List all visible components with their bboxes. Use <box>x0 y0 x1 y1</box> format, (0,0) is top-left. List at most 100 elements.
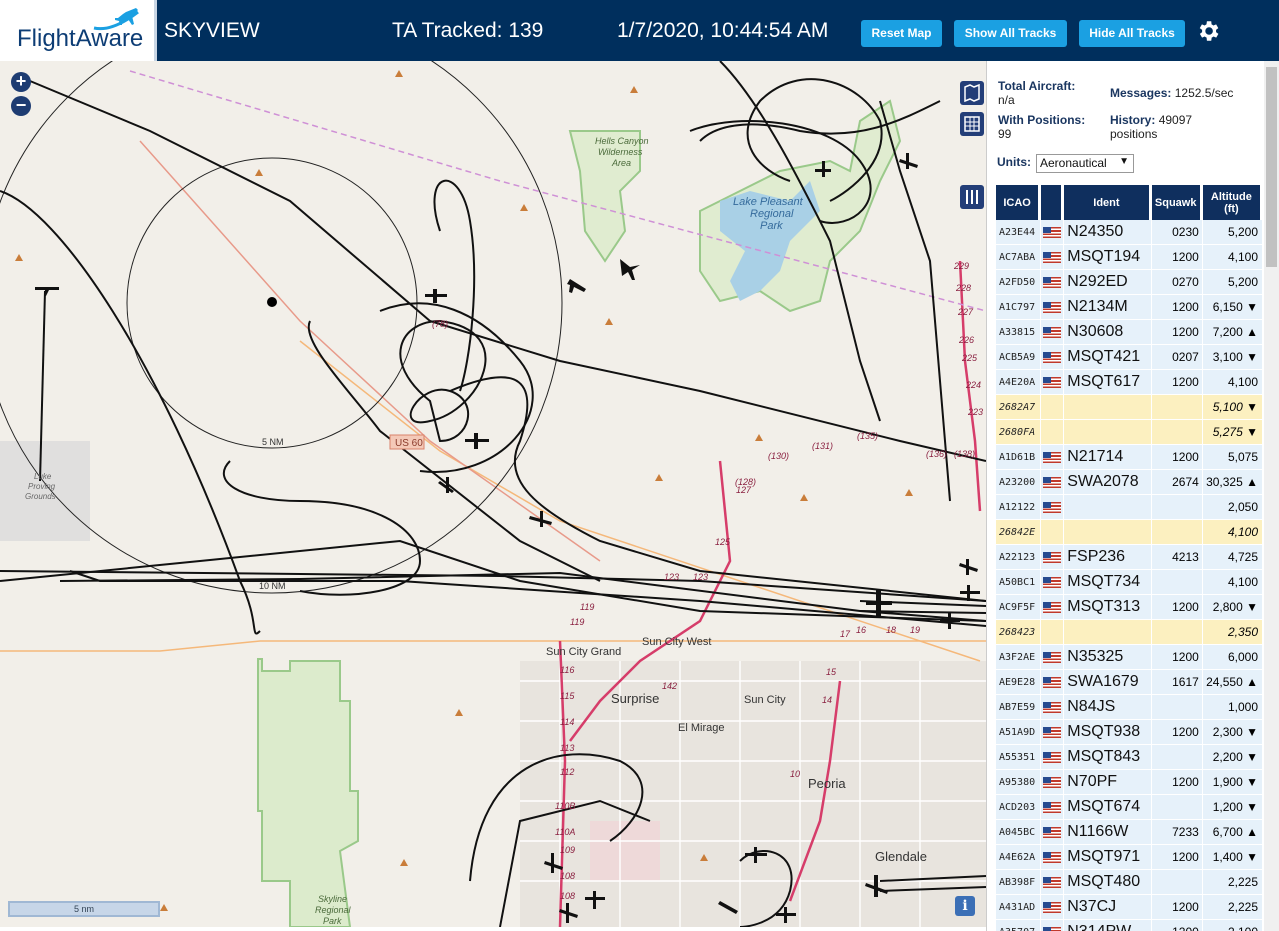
history-label: History: <box>1110 113 1156 127</box>
flag-icon <box>1043 302 1062 314</box>
us-flag-icon <box>1041 920 1064 931</box>
us-flag-icon <box>1041 695 1064 720</box>
table-row[interactable]: A431AD N37CJ 1200 2,225 <box>996 895 1262 920</box>
row-squawk: 1200 <box>1151 370 1202 395</box>
table-row[interactable]: A1C797 N2134M 1200 6,150 ▼ <box>996 295 1262 320</box>
road-label: 18 <box>886 625 896 635</box>
us-flag-icon <box>1041 345 1064 370</box>
zoom-in-button[interactable]: + <box>11 72 31 92</box>
info-icon[interactable]: i <box>955 896 975 916</box>
column-header-squawk[interactable]: Squawk <box>1151 185 1202 220</box>
row-altitude: 5,275 ▼ <box>1202 420 1262 445</box>
railroad <box>139 140 601 562</box>
row-ident: FSP236 <box>1064 545 1151 570</box>
show-all-tracks-button[interactable]: Show All Tracks <box>954 20 1067 47</box>
map-view[interactable]: 5 NM 10 NM Hells Canyon Wilderness Area … <box>0 61 986 927</box>
row-icao: A33815 <box>996 320 1041 345</box>
history-stat: History: 49097 positions <box>1110 113 1220 141</box>
reset-map-button[interactable]: Reset Map <box>861 20 942 47</box>
table-row[interactable]: A12122 2,050 <box>996 495 1262 520</box>
road-label: (138) <box>954 449 975 459</box>
place-label: El Mirage <box>678 722 724 734</box>
us-flag-icon <box>1041 770 1064 795</box>
table-row[interactable]: A045BC N1166W 7233 6,700 ▲ <box>996 820 1262 845</box>
aircraft-icon[interactable] <box>959 559 978 575</box>
table-row[interactable]: 2682A7 5,100 ▼ <box>996 395 1262 420</box>
table-row[interactable]: A35707 N314PW12002,100 <box>996 920 1262 931</box>
row-squawk: 0230 <box>1151 220 1202 245</box>
aircraft-icon[interactable] <box>940 613 960 629</box>
road-label: 228 <box>955 283 971 293</box>
table-row[interactable]: A50BC1 MSQT734 4,100 <box>996 570 1262 595</box>
row-ident: N21714 <box>1064 445 1151 470</box>
table-row[interactable]: A51A9D MSQT938 1200 2,300 ▼ <box>996 720 1262 745</box>
row-ident <box>1064 520 1151 545</box>
panel-scrollbar[interactable] <box>1264 61 1279 931</box>
table-row[interactable]: AB398F MSQT480 2,225 <box>996 870 1262 895</box>
row-altitude: 2,100 <box>1202 920 1262 931</box>
aircraft-icon[interactable] <box>567 279 586 293</box>
table-row[interactable]: A2FD50 N292ED 0270 5,200 <box>996 270 1262 295</box>
table-row[interactable]: 26842E 4,100 <box>996 520 1262 545</box>
zoom-out-button[interactable]: − <box>11 96 31 116</box>
row-icao: A12122 <box>996 495 1041 520</box>
aircraft-icon[interactable] <box>899 153 918 169</box>
units-dropdown[interactable]: Aeronautical ▼ <box>1036 154 1134 173</box>
table-row[interactable]: A33815 N30608 1200 7,200 ▲ <box>996 320 1262 345</box>
map-layers-icon[interactable] <box>960 81 984 105</box>
gear-icon[interactable] <box>1195 18 1221 44</box>
columns-toggle-icon[interactable] <box>960 185 984 209</box>
row-icao: AC7ABA <box>996 245 1041 270</box>
table-row[interactable]: A23E44 N24350 0230 5,200 <box>996 220 1262 245</box>
row-altitude: 24,550 ▲ <box>1202 670 1262 695</box>
hide-all-tracks-button[interactable]: Hide All Tracks <box>1079 20 1185 47</box>
table-row[interactable]: A23200 SWA2078 2674 30,325 ▲ <box>996 470 1262 495</box>
us-flag-icon <box>1041 245 1064 270</box>
row-altitude: 4,100 <box>1202 570 1262 595</box>
table-row[interactable]: A3F2AE N35325 1200 6,000 <box>996 645 1262 670</box>
row-altitude: 2,225 <box>1202 895 1262 920</box>
column-header-ident[interactable]: Ident <box>1064 185 1151 220</box>
flag-icon <box>1043 852 1062 864</box>
table-row[interactable]: 2680FA 5,275 ▼ <box>996 420 1262 445</box>
row-ident: N314PW <box>1064 920 1151 931</box>
place-label: Sun City West <box>642 636 712 648</box>
table-row[interactable]: A1D61B N21714 1200 5,075 <box>996 445 1262 470</box>
table-row[interactable]: AE9E28 SWA1679 1617 24,550 ▲ <box>996 670 1262 695</box>
table-row[interactable]: 268423 2,350 <box>996 620 1262 645</box>
road-label: 142 <box>662 681 677 691</box>
us-flag-icon <box>1041 820 1064 845</box>
grid-overlay-icon[interactable] <box>960 112 984 136</box>
road-label: 19 <box>910 625 920 635</box>
road-label: 110B <box>555 801 575 811</box>
table-row[interactable]: A22123 FSP236 4213 4,725 <box>996 545 1262 570</box>
place-label: Lake Pleasant <box>733 196 804 208</box>
flightaware-logo[interactable]: FlightAware <box>0 0 157 61</box>
table-row[interactable]: AB7E59 N84JS 1,000 <box>996 695 1262 720</box>
aircraft-icon[interactable] <box>35 287 59 296</box>
row-icao: A95380 <box>996 770 1041 795</box>
map-canvas[interactable]: 5 NM 10 NM Hells Canyon Wilderness Area … <box>0 61 986 927</box>
scrollbar-thumb[interactable] <box>1266 67 1277 267</box>
aircraft-icon[interactable] <box>465 433 489 449</box>
scale-bar: 5 nm <box>8 901 160 917</box>
place-label: Regional <box>750 208 794 220</box>
table-row[interactable]: A95380 N70PF 1200 1,900 ▼ <box>996 770 1262 795</box>
row-altitude: 4,100 <box>1202 370 1262 395</box>
table-row[interactable]: A55351 MSQT843 2,200 ▼ <box>996 745 1262 770</box>
aircraft-icon[interactable] <box>425 289 447 303</box>
column-header-altitude[interactable]: Altitude (ft) <box>1202 185 1262 220</box>
table-row[interactable]: A4E20A MSQT617 1200 4,100 <box>996 370 1262 395</box>
aircraft-table-wrapper[interactable]: ICAO Ident Squawk Altitude (ft) A23E44 N2… <box>995 185 1263 931</box>
table-row[interactable]: AC9F5F MSQT313 1200 2,800 ▼ <box>996 595 1262 620</box>
column-header-flag[interactable] <box>1041 185 1064 220</box>
aircraft-icon[interactable] <box>620 259 640 280</box>
table-row[interactable]: ACD203 MSQT674 1,200 ▼ <box>996 795 1262 820</box>
table-row[interactable]: AC7ABA MSQT194 1200 4,100 <box>996 245 1262 270</box>
column-header-icao[interactable]: ICAO <box>996 185 1041 220</box>
row-squawk: 1200 <box>1151 320 1202 345</box>
table-row[interactable]: A4E62A MSQT971 1200 1,400 ▼ <box>996 845 1262 870</box>
row-squawk: 1200 <box>1151 445 1202 470</box>
table-row[interactable]: ACB5A9 MSQT421 0207 3,100 ▼ <box>996 345 1262 370</box>
us-flag-icon <box>1041 470 1064 495</box>
